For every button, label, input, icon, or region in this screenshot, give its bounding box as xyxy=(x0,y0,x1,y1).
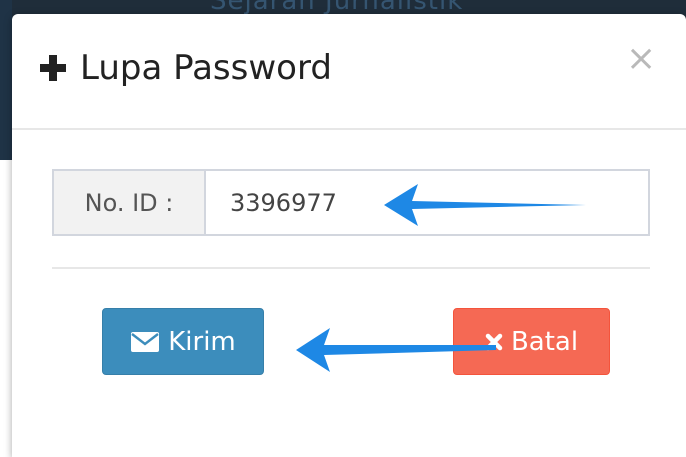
modal-header: Lupa Password × xyxy=(12,14,686,130)
divider xyxy=(52,267,650,269)
close-icon[interactable]: × xyxy=(626,41,656,77)
kirim-button-label: Kirim xyxy=(168,326,236,357)
id-input-group: No. ID : xyxy=(52,169,650,236)
plus-icon xyxy=(40,55,66,81)
batal-button-label: Batal xyxy=(510,326,579,357)
modal-title-text: Lupa Password xyxy=(80,48,332,88)
backdrop-header-strip xyxy=(0,0,12,160)
id-field[interactable] xyxy=(206,171,648,234)
times-icon xyxy=(485,333,503,350)
forgot-password-modal: Lupa Password × No. ID : Kirim Batal xyxy=(12,14,686,457)
modal-title: Lupa Password xyxy=(40,48,332,88)
kirim-button[interactable]: Kirim xyxy=(102,308,264,375)
id-field-label: No. ID : xyxy=(54,171,206,234)
envelope-icon xyxy=(131,331,160,352)
batal-button[interactable]: Batal xyxy=(453,308,610,375)
